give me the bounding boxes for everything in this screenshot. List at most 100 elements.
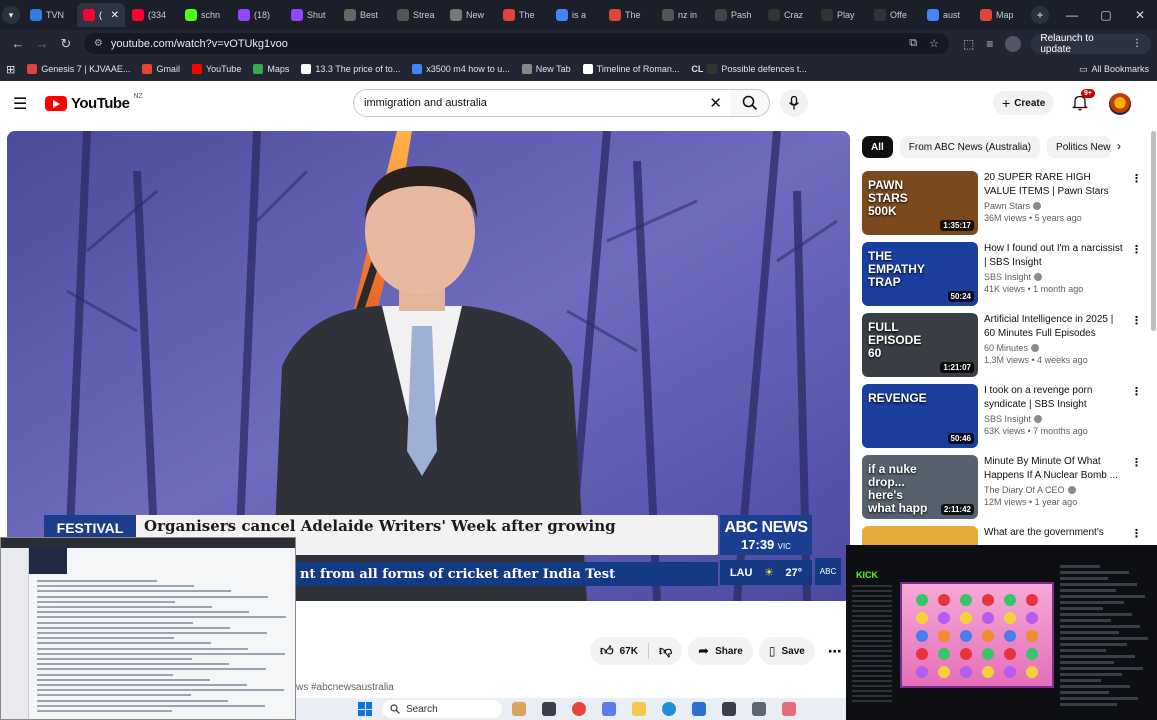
recommended-video[interactable]: REVENGE 50:46 I took on a revenge porn syn… bbox=[862, 384, 1142, 448]
browser-tab[interactable]: Play bbox=[815, 3, 867, 27]
taskbar-chrome-icon[interactable] bbox=[572, 702, 586, 716]
video-menu-icon[interactable]: ⋮ bbox=[1131, 172, 1142, 185]
browser-tab[interactable]: Offe bbox=[868, 3, 920, 27]
browser-tab[interactable]: schn bbox=[179, 3, 231, 27]
browser-tab[interactable]: (✕ bbox=[77, 3, 125, 27]
browser-tab[interactable]: Best bbox=[338, 3, 390, 27]
taskbar-active-app-icon[interactable] bbox=[782, 702, 796, 716]
media-control-icon[interactable]: ≡ bbox=[986, 37, 993, 51]
maximize-icon[interactable]: ▢ bbox=[1089, 8, 1123, 22]
bookmark-star-icon[interactable]: ☆ bbox=[929, 37, 939, 50]
video-title[interactable]: I took on a revenge porn syndicate | SBS… bbox=[984, 384, 1124, 412]
browser-tab[interactable]: Craz bbox=[762, 3, 814, 27]
bookmark-item[interactable]: Possible defences t... bbox=[707, 64, 807, 74]
video-menu-icon[interactable]: ⋮ bbox=[1131, 314, 1142, 327]
dislike-button[interactable]: 👎︎ bbox=[649, 637, 682, 665]
video-menu-icon[interactable]: ⋮ bbox=[1131, 385, 1142, 398]
profile-avatar[interactable] bbox=[1005, 35, 1022, 52]
video-menu-icon[interactable]: ⋮ bbox=[1131, 456, 1142, 469]
browser-tab[interactable]: aust bbox=[921, 3, 973, 27]
taskbar-task-view-icon[interactable] bbox=[542, 702, 556, 716]
taskbar-calculator-icon[interactable] bbox=[722, 702, 736, 716]
account-avatar[interactable] bbox=[1109, 93, 1131, 115]
bookmark-item[interactable]: YouTube bbox=[191, 64, 241, 74]
clear-search-icon[interactable]: ✕ bbox=[709, 94, 722, 112]
browser-tab[interactable]: (18) bbox=[232, 3, 284, 27]
search-button[interactable] bbox=[730, 89, 770, 117]
recommended-video[interactable]: THE EMPATHY TRAP 50:24 How I found out I'm… bbox=[862, 242, 1142, 306]
video-title[interactable]: Artificial Intelligence in 2025 | 60 Min… bbox=[984, 313, 1124, 341]
notifications-button[interactable]: 9+ bbox=[1071, 89, 1095, 114]
minimize-icon[interactable]: — bbox=[1055, 8, 1089, 22]
video-channel[interactable]: 60 Minutes bbox=[984, 343, 1124, 353]
taskbar-edge-icon[interactable] bbox=[662, 702, 676, 716]
bookmark-item[interactable]: x3500 m4 how to u... bbox=[412, 64, 510, 74]
create-button[interactable]: + Create bbox=[993, 91, 1055, 115]
save-button[interactable]: ▯ Save bbox=[758, 637, 815, 665]
browser-tab[interactable]: Strea bbox=[391, 3, 443, 27]
video-thumbnail[interactable]: THE EMPATHY TRAP 50:24 bbox=[862, 242, 978, 306]
apps-grid-icon[interactable]: ⊞ bbox=[6, 63, 15, 76]
video-title[interactable]: 20 SUPER RARE HIGH VALUE ITEMS | Pawn St… bbox=[984, 171, 1124, 199]
overlay-spreadsheet-window[interactable] bbox=[0, 537, 296, 720]
browser-tab[interactable]: (334 bbox=[126, 3, 178, 27]
video-channel[interactable]: SBS Insight bbox=[984, 272, 1124, 282]
search-input[interactable]: immigration and australia ✕ bbox=[353, 89, 731, 117]
install-app-icon[interactable]: ⧉ bbox=[909, 37, 917, 50]
bookmark-item[interactable]: 13.3 The price of to... bbox=[301, 64, 400, 74]
video-channel[interactable]: The Diary Of A CEO bbox=[984, 485, 1124, 495]
bookmark-item[interactable]: Maps bbox=[253, 64, 289, 74]
video-thumbnail[interactable]: FULL EPISODE 60 1:21:07 bbox=[862, 313, 978, 377]
hamburger-menu-icon[interactable]: ☰ bbox=[13, 94, 27, 114]
reload-icon[interactable]: ↻ bbox=[54, 36, 78, 52]
youtube-logo[interactable]: YouTube NZ bbox=[45, 93, 143, 112]
video-thumbnail[interactable]: PAWN STARS 500K 1:35:17 bbox=[862, 171, 978, 235]
all-bookmarks-button[interactable]: ▭ All Bookmarks bbox=[1070, 57, 1149, 81]
browser-tab[interactable]: The bbox=[603, 3, 655, 27]
taskbar-mail-icon[interactable] bbox=[692, 702, 706, 716]
tab-search-chevron-icon[interactable]: ▾ bbox=[2, 6, 20, 24]
description-hashtags[interactable]: ws #abcnewsaustralia bbox=[296, 682, 394, 693]
more-actions-icon[interactable]: ⋯ bbox=[821, 637, 849, 665]
browser-tab[interactable]: nz in bbox=[656, 3, 708, 27]
recommended-video[interactable]: if a nuke drop... here's what happ 2:11:4… bbox=[862, 455, 1142, 519]
voice-search-button[interactable] bbox=[780, 89, 808, 117]
browser-tab[interactable]: New bbox=[444, 3, 496, 27]
taskbar-file-explorer-icon[interactable] bbox=[632, 702, 646, 716]
new-tab-button[interactable]: + bbox=[1031, 6, 1049, 24]
page-scrollbar[interactable] bbox=[1151, 131, 1156, 331]
browser-tab[interactable]: TVN bbox=[24, 3, 76, 27]
back-icon[interactable]: ← bbox=[6, 36, 30, 51]
browser-tab[interactable]: Map bbox=[974, 3, 1026, 27]
recommended-video[interactable]: FULL EPISODE 60 1:21:07 Artificial Intelli… bbox=[862, 313, 1142, 377]
chevron-right-icon[interactable]: › bbox=[1117, 139, 1121, 153]
recommended-video[interactable]: What are the government's ⋮ bbox=[862, 526, 1142, 546]
overlay-stream-window[interactable]: KICK bbox=[846, 545, 1157, 720]
windows-start-icon[interactable] bbox=[358, 702, 372, 716]
video-menu-icon[interactable]: ⋮ bbox=[1131, 243, 1142, 256]
video-menu-icon[interactable]: ⋮ bbox=[1131, 527, 1142, 540]
forward-icon[interactable]: → bbox=[30, 36, 54, 51]
video-thumbnail[interactable]: if a nuke drop... here's what happ 2:11:4… bbox=[862, 455, 978, 519]
video-thumbnail[interactable]: REVENGE 50:46 bbox=[862, 384, 978, 448]
bookmark-item[interactable]: Gmail bbox=[142, 64, 180, 74]
bookmark-item[interactable]: Timeline of Roman... bbox=[582, 64, 679, 74]
taskbar-app-icon[interactable] bbox=[752, 702, 766, 716]
video-title[interactable]: Minute By Minute Of What Happens If A Nu… bbox=[984, 455, 1124, 483]
video-channel[interactable]: Pawn Stars bbox=[984, 201, 1124, 211]
video-thumbnail[interactable] bbox=[862, 526, 978, 546]
browser-tab[interactable]: Pash bbox=[709, 3, 761, 27]
url-omnibox[interactable]: ⚙ youtube.com/watch?v=vOTUkg1voo ⧉ ☆ bbox=[83, 33, 949, 54]
browser-tab[interactable]: The bbox=[497, 3, 549, 27]
like-button[interactable]: 👍︎ 67K bbox=[590, 637, 648, 665]
video-title[interactable]: What are the government's bbox=[984, 526, 1124, 540]
chip-all[interactable]: All bbox=[862, 136, 893, 158]
bookmark-item[interactable]: New Tab bbox=[521, 64, 571, 74]
browser-tab[interactable]: Shut bbox=[285, 3, 337, 27]
taskbar-weather-icon[interactable] bbox=[512, 702, 526, 716]
relaunch-button[interactable]: Relaunch to update ⋮ bbox=[1031, 33, 1151, 55]
extensions-icon[interactable]: ⬚ bbox=[963, 37, 974, 51]
share-button[interactable]: ➦ Share bbox=[688, 637, 753, 665]
chip-politics-news[interactable]: Politics News bbox=[1047, 136, 1112, 158]
close-window-icon[interactable]: ✕ bbox=[1123, 8, 1157, 22]
